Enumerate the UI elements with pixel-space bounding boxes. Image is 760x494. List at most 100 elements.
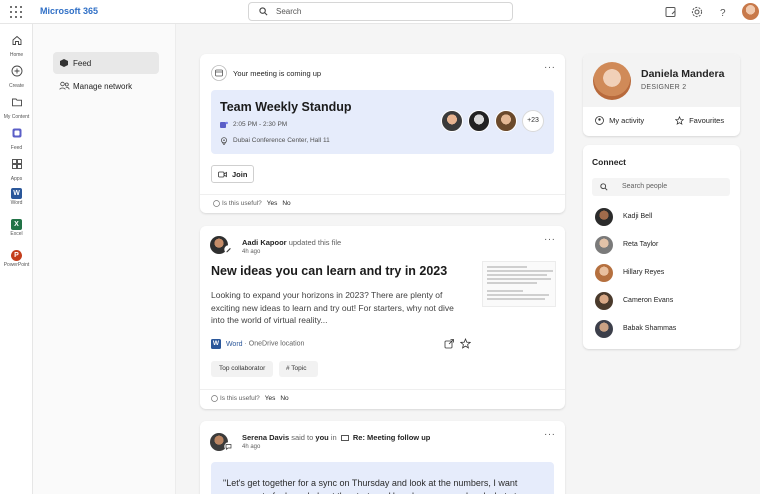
rail-label: Apps: [10, 176, 23, 182]
rail-item-home[interactable]: Home: [0, 33, 33, 58]
attendee-avatar[interactable]: [468, 110, 490, 132]
more-attendees-badge[interactable]: +23: [522, 110, 544, 132]
person-row[interactable]: Cameron Evans: [595, 292, 725, 312]
teams-icon: [220, 121, 228, 128]
profile-header: Daniela Mandera DESIGNER 2: [583, 54, 740, 107]
connect-title: Connect: [592, 157, 626, 167]
chat-bubble-icon: [224, 442, 233, 451]
star-icon: [674, 115, 685, 125]
mail-subject[interactable]: Re: Meeting follow up: [353, 433, 431, 442]
brand-title[interactable]: Microsoft 365: [40, 6, 98, 16]
useful-yes[interactable]: Yes: [265, 395, 276, 402]
search-people-input[interactable]: Search people: [592, 178, 730, 196]
meeting-card-header: Your meeting is coming up: [233, 69, 322, 78]
person-name: Reta Taylor: [623, 241, 659, 248]
meeting-location: Dubai Conference Center, Hall 11: [233, 137, 330, 144]
file-app[interactable]: Word: [226, 341, 243, 348]
nav-item-feed[interactable]: Feed: [53, 52, 159, 74]
person-name: Babak Shammas: [623, 325, 677, 332]
chip-label: Top collaborator: [219, 365, 266, 372]
gear-icon[interactable]: [690, 5, 704, 19]
left-nav: Feed Manage network: [33, 24, 176, 494]
more-options-icon[interactable]: ···: [544, 234, 556, 245]
search-box[interactable]: Search: [248, 2, 513, 21]
author-name[interactable]: Aadi Kapoor: [242, 238, 287, 247]
top-bar: Microsoft 365 Search ?: [0, 0, 760, 24]
person-row[interactable]: Babak Shammas: [595, 320, 725, 340]
profile-photo[interactable]: [593, 62, 631, 100]
word-icon: W: [11, 188, 22, 199]
attendee-avatar[interactable]: [441, 110, 463, 132]
person-row[interactable]: Kadji Bell: [595, 208, 725, 228]
person-name: Kadji Bell: [623, 213, 653, 220]
author-name[interactable]: Serena Davis: [242, 433, 289, 442]
person-row[interactable]: Reta Taylor: [595, 236, 725, 256]
chip-top-collaborator[interactable]: Top collaborator: [211, 361, 273, 377]
person-name: Cameron Evans: [623, 297, 674, 304]
share-icon[interactable]: [444, 338, 455, 349]
document-thumbnail[interactable]: [482, 261, 556, 307]
favourites-button[interactable]: Favourites: [674, 115, 725, 125]
mail-quote-text: "Let's get together for a sync on Thursd…: [223, 478, 531, 494]
svg-text:?: ?: [720, 8, 726, 19]
mail-quote[interactable]: "Let's get together for a sync on Thursd…: [211, 462, 554, 494]
favourites-label: Favourites: [689, 115, 725, 125]
app-launcher-icon[interactable]: [10, 6, 22, 18]
feed-icon: [60, 59, 68, 67]
help-icon[interactable]: ?: [716, 5, 730, 19]
more-options-icon[interactable]: ···: [544, 429, 556, 440]
profile-name[interactable]: Daniela Mandera: [641, 68, 724, 80]
mail-card: Serena Davis said to you in Re: Meeting …: [200, 421, 565, 494]
useful-no[interactable]: No: [282, 200, 290, 207]
person-avatar: [595, 264, 613, 282]
post-time: 4h ago: [242, 249, 261, 255]
nav-label: Feed: [73, 59, 92, 68]
calendar-icon: [211, 65, 227, 81]
chip-label: # Topic: [286, 365, 307, 372]
create-icon: [11, 65, 22, 77]
excel-icon: X: [11, 219, 22, 230]
rail-item-my-content[interactable]: My Content: [0, 95, 33, 120]
file-source-row: W Word · OneDrive location: [211, 339, 305, 349]
post-header: Aadi Kapoor updated this file: [242, 238, 341, 247]
rail-item-feed[interactable]: Feed: [0, 126, 33, 151]
chip-topic[interactable]: # Topic: [279, 361, 318, 377]
join-button[interactable]: Join: [211, 165, 254, 183]
activity-icon: [595, 115, 604, 125]
said-to-text: said to: [291, 433, 314, 442]
rail-item-powerpoint[interactable]: P PowerPoint: [0, 250, 33, 268]
video-icon: [218, 171, 227, 178]
in-text: in: [330, 433, 337, 442]
word-icon: W: [211, 339, 221, 349]
notes-icon[interactable]: [664, 5, 678, 19]
more-options-icon[interactable]: ···: [544, 62, 556, 73]
search-icon: [600, 183, 608, 191]
useful-no[interactable]: No: [280, 395, 288, 402]
nav-label: Manage network: [73, 82, 133, 91]
rail-item-excel[interactable]: X Excel: [0, 219, 33, 237]
account-avatar[interactable]: [742, 3, 759, 20]
useful-yes[interactable]: Yes: [267, 200, 278, 207]
rail-item-word[interactable]: W Word: [0, 188, 33, 206]
nav-item-manage-network[interactable]: Manage network: [53, 75, 159, 97]
divider: [200, 389, 565, 390]
search-people-placeholder: Search people: [622, 183, 668, 190]
attendee-avatar[interactable]: [495, 110, 517, 132]
rail-item-create[interactable]: Create: [0, 64, 33, 89]
rail-label: Create: [8, 83, 24, 89]
location-pin-icon: [221, 137, 227, 145]
connect-card: Connect Search people Kadji Bell Reta Ta…: [583, 145, 740, 349]
folder-icon: [11, 98, 22, 107]
post-title[interactable]: New ideas you can learn and try in 2023: [211, 264, 447, 278]
rail-label: Word: [10, 200, 23, 206]
file-location[interactable]: OneDrive location: [249, 341, 305, 348]
person-row[interactable]: Hillary Reyes: [595, 264, 725, 284]
my-activity-button[interactable]: My activity: [595, 115, 644, 125]
star-icon[interactable]: [460, 338, 471, 349]
app-rail: Home Create My Content Feed Apps W Word …: [0, 24, 33, 494]
rail-item-apps[interactable]: Apps: [0, 157, 33, 182]
person-avatar: [595, 236, 613, 254]
meeting-banner[interactable]: Team Weekly Standup 2:05 PM - 2:30 PM Du…: [211, 90, 554, 154]
rail-label: PowerPoint: [3, 262, 30, 268]
post-body: Looking to expand your horizons in 2023?…: [211, 290, 454, 325]
